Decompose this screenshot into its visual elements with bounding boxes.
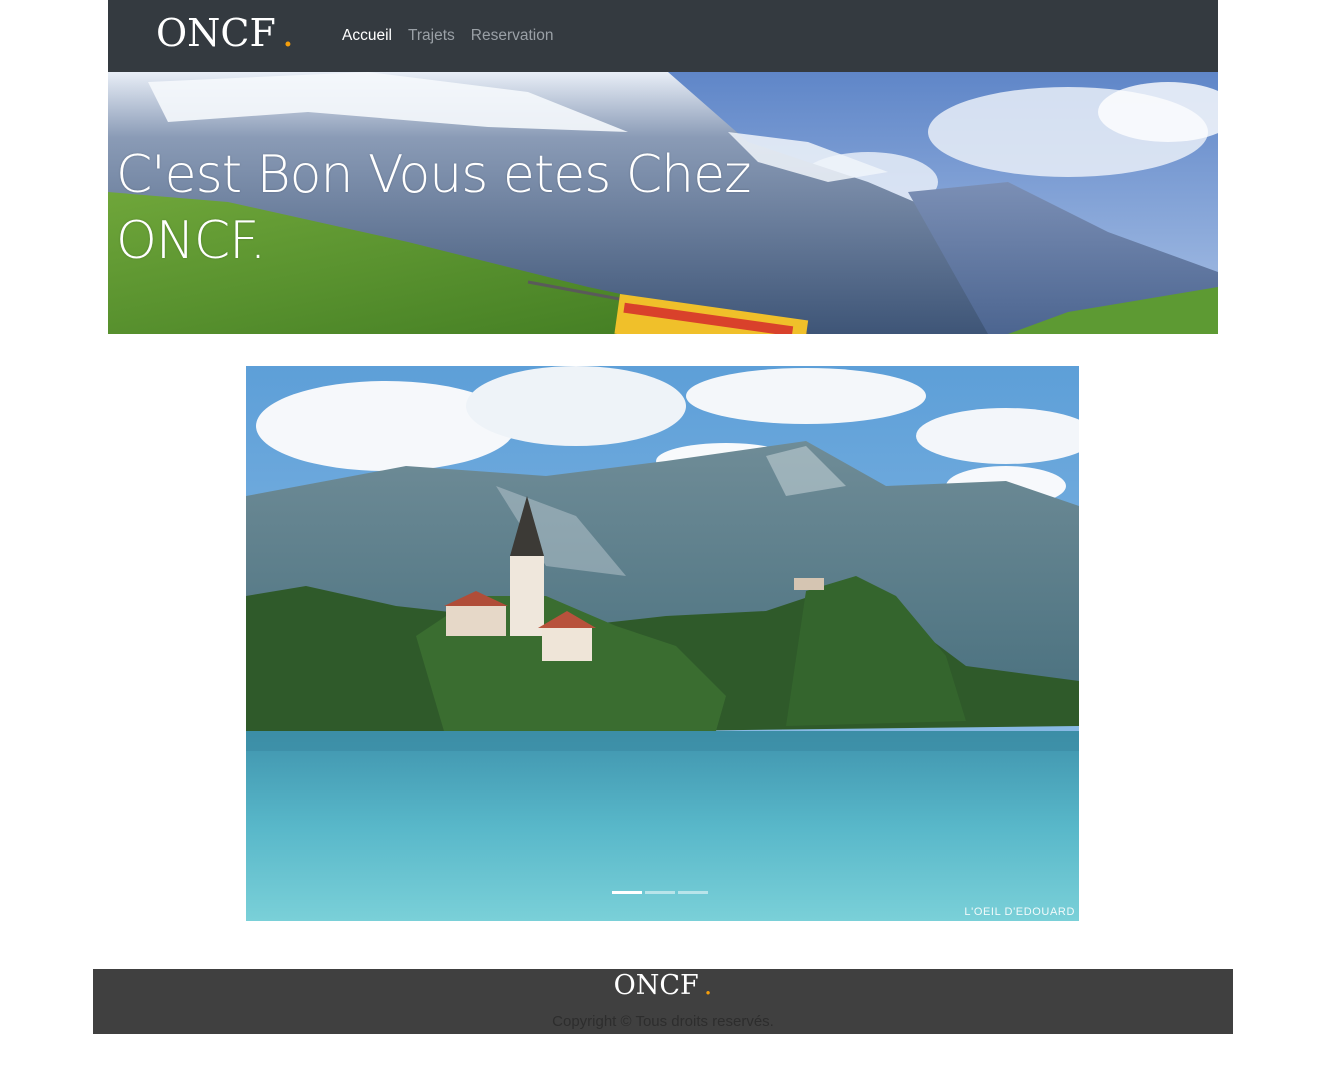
nav-link-trajets[interactable]: Trajets: [408, 24, 455, 48]
carousel-indicators: [612, 891, 708, 894]
hero-title: C'est Bon Vous etes Chez ONCF.: [116, 145, 751, 271]
carousel-indicator-1[interactable]: [612, 891, 642, 894]
image-carousel[interactable]: L'OEIL D'EDOUARD: [246, 366, 1079, 921]
footer-brand: ONCF.: [93, 969, 1233, 1003]
hero-banner: C'est Bon Vous etes Chez ONCF.: [108, 72, 1218, 334]
image-watermark: L'OEIL D'EDOUARD: [964, 906, 1075, 918]
nav-links: Accueil Trajets Reservation: [342, 24, 553, 48]
carousel-indicator-3[interactable]: [678, 891, 708, 894]
navbar-brand[interactable]: ONCF.: [156, 10, 294, 56]
nav-link-accueil[interactable]: Accueil: [342, 24, 392, 48]
carousel-slide-image: [246, 366, 1079, 921]
copyright-text: Copyright © Tous droits reservés.: [552, 1013, 774, 1030]
nav-link-reservation[interactable]: Reservation: [471, 24, 554, 48]
carousel-indicator-2[interactable]: [645, 891, 675, 894]
footer-brand-text: ONCF: [613, 970, 699, 1001]
brand-dot: .: [281, 11, 294, 55]
brand-text: ONCF: [156, 11, 276, 55]
footer: ONCF. Copyright © Tous droits reservés.: [93, 969, 1233, 1034]
navbar: ONCF. Accueil Trajets Reservation: [108, 0, 1218, 72]
footer-brand-dot: .: [703, 970, 713, 1001]
